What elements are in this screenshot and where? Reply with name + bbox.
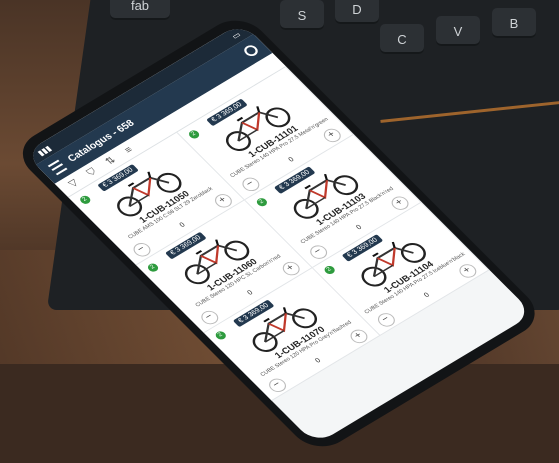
- quantity-value: 0: [314, 357, 323, 365]
- filter-alt-icon[interactable]: ⛉: [84, 166, 98, 178]
- quantity-value: 0: [178, 221, 187, 229]
- sort-icon[interactable]: ⇅: [103, 155, 118, 167]
- hamburger-menu-icon[interactable]: [47, 159, 68, 175]
- increase-button[interactable]: +: [347, 327, 371, 346]
- quantity-value: 0: [246, 289, 255, 297]
- increase-button[interactable]: +: [455, 261, 480, 281]
- stock-badge: 2: [186, 128, 202, 141]
- quantity-value: 0: [287, 156, 296, 164]
- battery-icon: ▭: [229, 30, 243, 41]
- stock-badge: 2: [145, 262, 161, 274]
- stock-badge: 2: [213, 329, 228, 342]
- stock-badge: 2: [78, 194, 93, 206]
- filter-icon[interactable]: ▽: [66, 177, 81, 189]
- stock-badge: 2: [322, 264, 337, 276]
- stock-badge: 2: [254, 196, 270, 208]
- decrease-button[interactable]: −: [374, 310, 399, 330]
- key-fab: fab: [110, 0, 170, 20]
- search-icon[interactable]: [241, 43, 261, 59]
- quantity-value: 0: [422, 291, 432, 299]
- view-list-icon[interactable]: ≡: [122, 144, 135, 155]
- quantity-value: 0: [355, 224, 364, 232]
- decrease-button[interactable]: −: [265, 375, 290, 395]
